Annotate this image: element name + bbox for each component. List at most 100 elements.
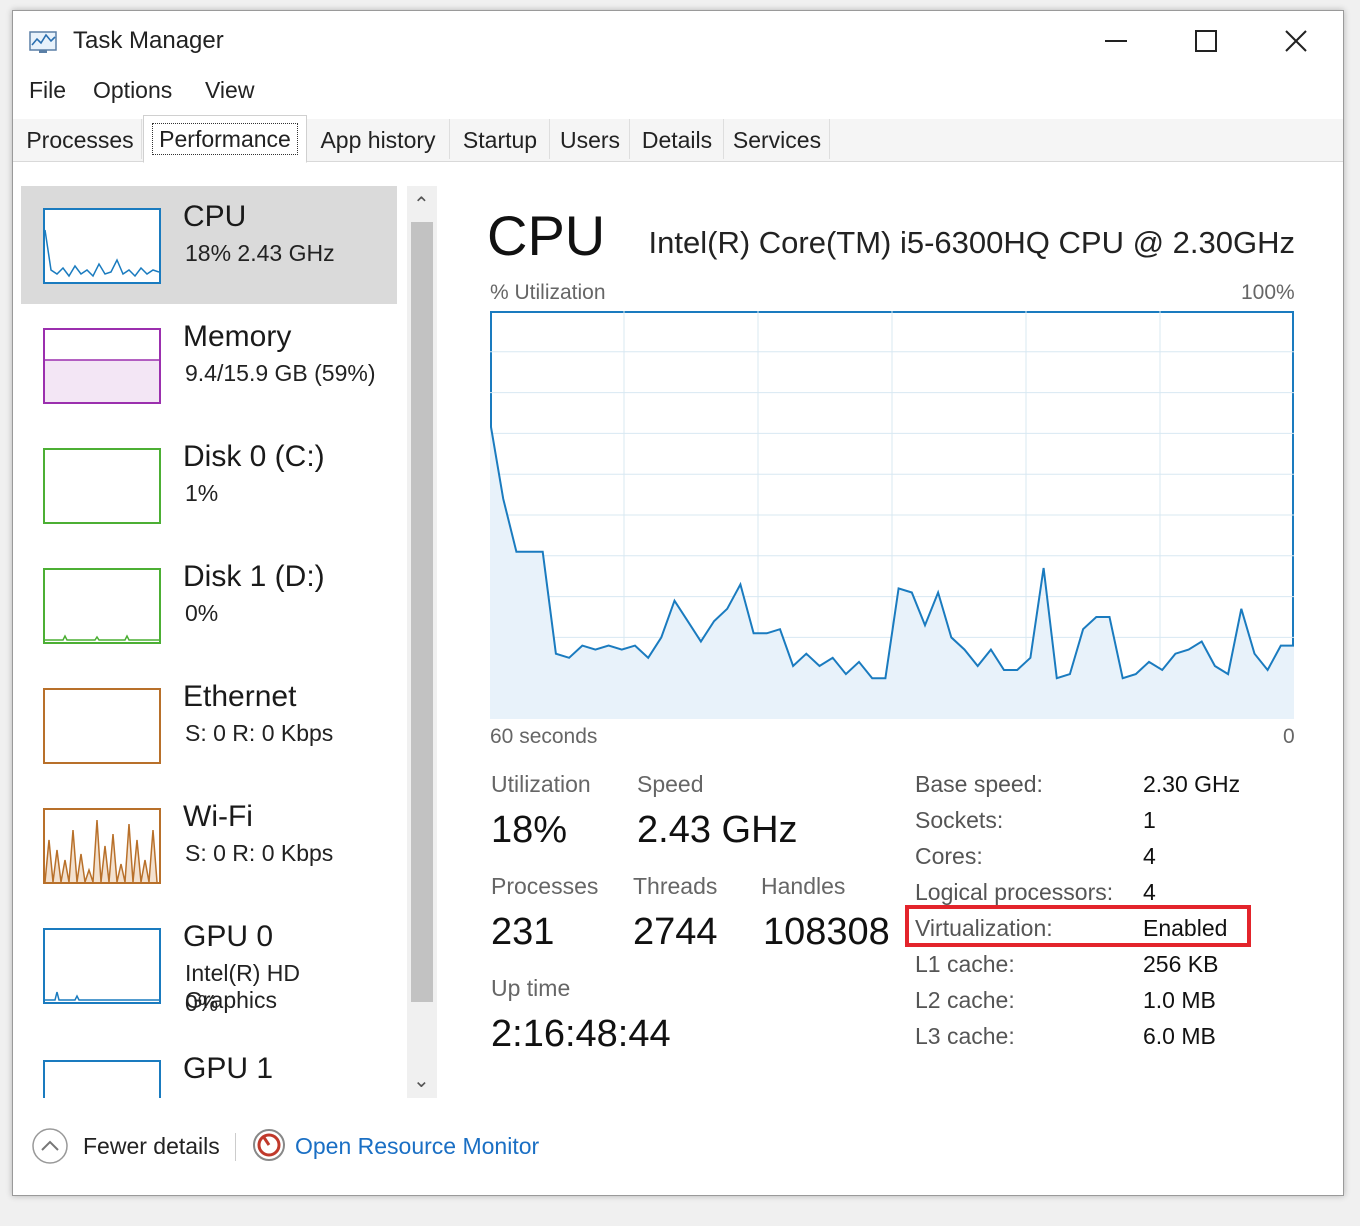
spec-value: 6.0 MB xyxy=(1143,1023,1216,1049)
minimize-icon xyxy=(1105,40,1127,42)
ethernet-thumbnail-graph xyxy=(43,688,161,764)
tab-label: Services xyxy=(732,127,822,153)
spec-value: 4 xyxy=(1143,843,1156,869)
menu-view[interactable]: View xyxy=(205,77,254,104)
gpu1-thumbnail-graph xyxy=(43,1060,161,1098)
uptime-label: Up time xyxy=(491,975,571,1001)
sidebar-item-name: Wi-Fi xyxy=(183,800,253,833)
sidebar-item-name: Disk 1 (D:) xyxy=(183,560,325,593)
threads-label: Threads xyxy=(633,873,718,899)
tab-users[interactable]: Users xyxy=(551,119,630,159)
spec-label: Cores: xyxy=(915,843,983,869)
tab-label: Users xyxy=(559,127,621,153)
spec-value: 256 KB xyxy=(1143,951,1219,977)
disk1-thumbnail-graph xyxy=(43,568,161,644)
task-manager-app-icon xyxy=(29,31,57,53)
tab-label: Startup xyxy=(462,127,538,153)
sidebar-item-sub: S: 0 R: 0 Kbps xyxy=(185,720,334,746)
wifi-thumbnail-graph xyxy=(43,808,161,884)
sidebar-item-gpu-1[interactable]: GPU 1 xyxy=(21,1038,397,1098)
spec-value: 1 xyxy=(1143,807,1156,833)
sidebar-item-wifi[interactable]: Wi-Fi S: 0 R: 0 Kbps xyxy=(21,786,397,904)
handles-value: 108308 xyxy=(763,911,890,953)
sidebar-item-sub: 18% 2.43 GHz xyxy=(185,240,335,266)
tab-label: Processes xyxy=(26,127,134,153)
sidebar-item-disk-0[interactable]: Disk 0 (C:) 1% xyxy=(21,426,397,544)
sidebar-item-cpu[interactable]: CPU 18% 2.43 GHz xyxy=(21,186,397,304)
tab-label: App history xyxy=(320,127,436,153)
sidebar-item-sub: S: 0 R: 0 Kbps xyxy=(185,840,334,866)
virtualization-highlight-box xyxy=(905,905,1251,947)
window-title: Task Manager xyxy=(73,27,224,54)
open-resource-monitor-link[interactable]: Open Resource Monitor xyxy=(295,1133,539,1160)
threads-value: 2744 xyxy=(633,911,718,953)
cpu-thumbnail-graph xyxy=(43,208,161,284)
sidebar-item-sub: 1% xyxy=(185,480,219,506)
spec-label: L3 cache: xyxy=(915,1023,1015,1049)
menu-options[interactable]: Options xyxy=(93,77,172,104)
graph-max-label: 100% xyxy=(1241,281,1295,304)
tab-label: Performance xyxy=(152,123,298,155)
sidebar-item-name: Ethernet xyxy=(183,680,297,713)
spec-label: Base speed: xyxy=(915,771,1043,797)
memory-thumbnail-graph xyxy=(43,328,161,404)
tab-bar: Processes Performance App history Startu… xyxy=(13,115,1343,163)
performance-sidebar: CPU 18% 2.43 GHz Memory 9.4/15.9 GB (59%… xyxy=(21,186,407,1098)
chevron-up-circle-icon[interactable] xyxy=(31,1127,69,1165)
sidebar-item-name: CPU xyxy=(183,200,247,233)
sidebar-item-sub2: 0% xyxy=(185,990,219,1016)
sidebar-item-sub: 9.4/15.9 GB (59%) xyxy=(185,360,376,386)
maximize-button[interactable] xyxy=(1161,11,1251,71)
sidebar-item-name: GPU 0 xyxy=(183,920,274,953)
resource-monitor-icon[interactable] xyxy=(251,1127,287,1163)
close-icon xyxy=(1285,30,1307,52)
gpu0-thumbnail-graph xyxy=(43,928,161,1004)
sidebar-item-name: Memory xyxy=(183,320,292,353)
tab-label: Details xyxy=(641,127,713,153)
sidebar-item-gpu-0[interactable]: GPU 0 Intel(R) HD Graphics 0% xyxy=(21,906,397,1024)
fewer-details-link[interactable]: Fewer details xyxy=(83,1133,220,1160)
footer-divider xyxy=(235,1133,236,1161)
speed-label: Speed xyxy=(637,771,704,797)
sidebar-item-memory[interactable]: Memory 9.4/15.9 GB (59%) xyxy=(21,306,397,424)
menu-file[interactable]: File xyxy=(29,77,66,104)
tab-performance[interactable]: Performance xyxy=(143,115,307,163)
uptime-value: 2:16:48:44 xyxy=(491,1013,671,1055)
title-bar: Task Manager xyxy=(13,11,1343,71)
sidebar-scrollbar[interactable]: ⌃ ⌄ xyxy=(407,186,437,1098)
cpu-model-name: Intel(R) Core(TM) i5-6300HQ CPU @ 2.30GH… xyxy=(648,225,1295,260)
sidebar-item-name: Disk 0 (C:) xyxy=(183,440,325,473)
handles-label: Handles xyxy=(761,873,846,899)
scroll-up-arrow-icon[interactable]: ⌃ xyxy=(413,192,430,217)
menu-bar: File Options View xyxy=(13,73,1343,111)
graph-min-label: 0 xyxy=(1283,725,1295,748)
close-button[interactable] xyxy=(1251,11,1341,71)
utilization-value: 18% xyxy=(491,809,568,851)
tab-services[interactable]: Services xyxy=(725,119,830,159)
scroll-thumb[interactable] xyxy=(411,222,433,1002)
spec-value: 2.30 GHz xyxy=(1143,771,1241,797)
scroll-down-arrow-icon[interactable]: ⌄ xyxy=(413,1068,430,1093)
disk0-thumbnail-graph xyxy=(43,448,161,524)
sidebar-item-sub: 0% xyxy=(185,600,219,626)
sidebar-item-name: GPU 1 xyxy=(183,1052,274,1085)
tab-app-history[interactable]: App history xyxy=(307,119,450,159)
maximize-icon xyxy=(1195,30,1217,52)
processes-label: Processes xyxy=(491,873,599,899)
minimize-button[interactable] xyxy=(1071,11,1161,71)
graph-x-axis-label: 60 seconds xyxy=(490,725,598,748)
sidebar-item-disk-1[interactable]: Disk 1 (D:) 0% xyxy=(21,546,397,664)
tab-processes[interactable]: Processes xyxy=(19,119,142,159)
spec-value: 4 xyxy=(1143,879,1156,905)
utilization-label: Utilization xyxy=(491,771,591,797)
page-title: CPU xyxy=(487,204,606,267)
tab-startup[interactable]: Startup xyxy=(451,119,550,159)
speed-value: 2.43 GHz xyxy=(637,809,798,851)
processes-value: 231 xyxy=(491,911,555,953)
spec-label: L2 cache: xyxy=(915,987,1015,1013)
spec-label: Logical processors: xyxy=(915,879,1114,905)
sidebar-item-ethernet[interactable]: Ethernet S: 0 R: 0 Kbps xyxy=(21,666,397,784)
spec-value: 1.0 MB xyxy=(1143,987,1216,1013)
spec-label: Sockets: xyxy=(915,807,1004,833)
tab-details[interactable]: Details xyxy=(631,119,724,159)
